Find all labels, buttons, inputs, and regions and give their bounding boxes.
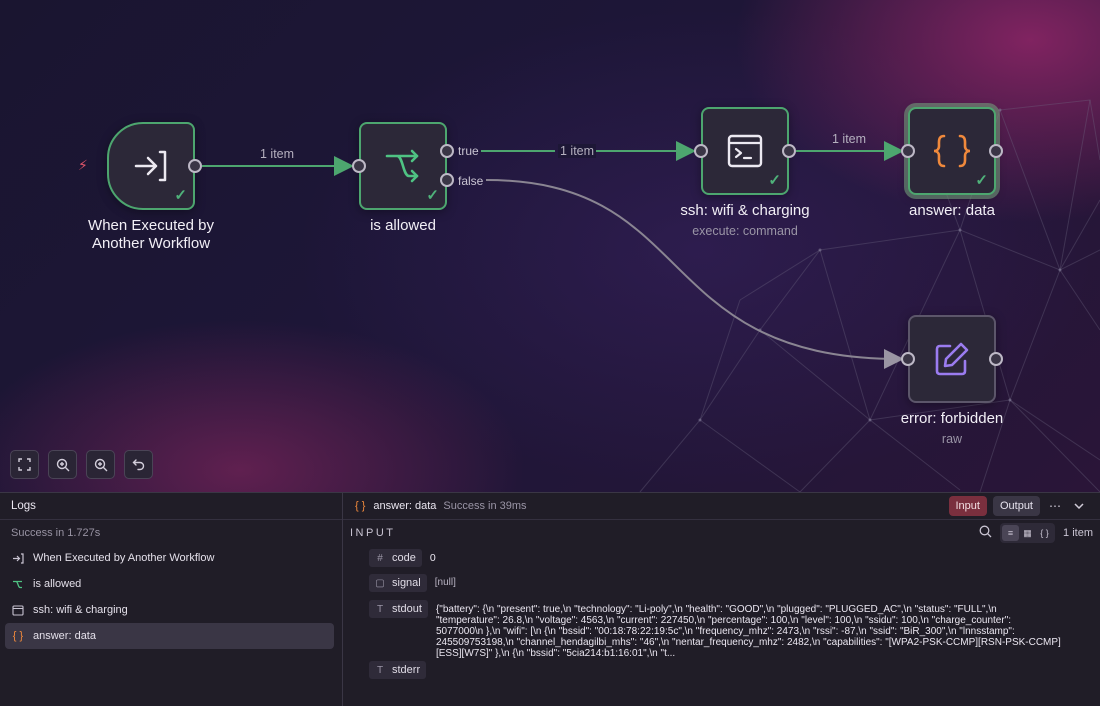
detail-node-title: answer: data [373, 500, 437, 512]
output-handle-true[interactable] [440, 144, 454, 158]
branch-label-true: true [458, 144, 479, 158]
output-handle[interactable] [989, 144, 1003, 158]
log-item-trigger[interactable]: When Executed by Another Workflow [5, 545, 334, 571]
branch-split-icon [385, 149, 419, 183]
curly-braces-icon [933, 134, 971, 168]
log-item-label: ssh: wifi & charging [33, 604, 128, 616]
json-view-icon[interactable]: { } [1036, 525, 1053, 541]
zoom-in-button[interactable] [48, 450, 77, 479]
log-item-answer-data[interactable]: { } answer: data [5, 623, 334, 649]
field-key-label: code [392, 552, 416, 564]
field-key-code[interactable]: # code [369, 549, 422, 567]
field-key-signal[interactable]: ▢ signal [369, 574, 427, 592]
string-type-icon: T [376, 603, 384, 615]
curly-braces-icon: { } [12, 630, 24, 642]
search-icon[interactable] [979, 525, 992, 541]
fit-view-button[interactable] [10, 450, 39, 479]
field-key-label: stderr [392, 664, 421, 676]
edge-label-trigger-if: 1 item [260, 147, 295, 161]
edge-label-ssh-answer: 1 item [832, 132, 867, 146]
edge-label-true-ssh: 1 item [558, 144, 597, 158]
logs-panel: Logs Success in 1.727s When Executed by … [0, 492, 343, 706]
input-section-title: INPUT [350, 527, 396, 539]
log-item-is-allowed[interactable]: is allowed [5, 571, 334, 597]
field-value: [null] [434, 577, 456, 588]
node-is-allowed[interactable]: ✓ [359, 122, 447, 210]
success-check-icon: ✓ [975, 172, 988, 189]
success-check-icon: ✓ [768, 172, 781, 189]
node-ssh[interactable]: ✓ [701, 107, 789, 195]
input-handle[interactable] [694, 144, 708, 158]
node-subtitle-error: raw [941, 432, 963, 446]
output-tab-button[interactable]: Output [992, 496, 1040, 516]
zoom-out-icon [94, 458, 107, 471]
node-subtitle-ssh: execute: command [692, 224, 798, 238]
input-handle[interactable] [901, 352, 915, 366]
string-type-icon: T [376, 664, 384, 676]
input-tab-button[interactable]: Input [948, 496, 987, 516]
logs-header: Logs [0, 493, 342, 520]
branch-split-icon [11, 579, 25, 590]
node-error-forbidden[interactable] [908, 315, 996, 403]
log-item-label: answer: data [33, 630, 96, 642]
logs-status: Success in 1.727s [11, 527, 101, 539]
reset-zoom-button[interactable] [124, 450, 153, 479]
trigger-bolt-icon: ⚡︎ [78, 157, 88, 173]
curly-braces-icon: { } [355, 500, 366, 512]
zoom-out-button[interactable] [86, 450, 115, 479]
node-label-ssh: ssh: wifi & charging [680, 202, 810, 219]
logs-title: Logs [11, 500, 36, 512]
object-type-icon: ▢ [375, 577, 385, 589]
node-detail-panel: { } answer: data Success in 39ms Input O… [343, 492, 1100, 706]
node-label-trigger: When Executed by Another Workflow [88, 217, 214, 252]
log-item-ssh[interactable]: ssh: wifi & charging [5, 597, 334, 623]
fit-view-icon [18, 458, 31, 471]
output-handle[interactable] [989, 352, 1003, 366]
schema-view-icon[interactable]: ≡ [1002, 525, 1020, 541]
output-handle-false[interactable] [440, 173, 454, 187]
field-key-stdout[interactable]: T stdout [369, 600, 428, 618]
workflow-canvas[interactable]: ⚡︎ ✓ When Executed by Another Workflow 1… [0, 0, 1100, 492]
output-handle[interactable] [188, 159, 202, 173]
log-item-label: When Executed by Another Workflow [33, 552, 215, 564]
success-check-icon: ✓ [174, 187, 187, 204]
field-signal: ▢ signal [null] [369, 574, 456, 592]
branch-label-false: false [458, 174, 484, 188]
node-label-if: is allowed [370, 217, 436, 234]
field-key-stderr[interactable]: T stderr [369, 661, 427, 679]
more-options-icon[interactable]: ⋯ [1046, 499, 1064, 513]
arrow-into-bracket-icon [11, 552, 25, 564]
log-item-label: is allowed [33, 578, 82, 590]
edit-pen-icon [935, 342, 969, 376]
number-type-icon: # [377, 552, 383, 564]
node-answer-data[interactable]: ✓ [908, 107, 996, 195]
arrow-into-bracket-icon [134, 150, 167, 182]
field-code: # code 0 [369, 549, 436, 567]
zoom-in-icon [56, 458, 69, 471]
field-key-label: stdout [392, 603, 422, 615]
input-handle[interactable] [901, 144, 915, 158]
input-section-bar: INPUT ≡ ▦ { } 1 item [343, 520, 1100, 546]
undo-icon [132, 459, 145, 471]
field-key-label: signal [392, 577, 421, 589]
field-stderr: T stderr [369, 661, 434, 679]
view-mode-toggle: ≡ ▦ { } [1000, 523, 1056, 543]
canvas-controls [10, 450, 153, 479]
field-value: 0 [429, 552, 436, 564]
field-value: {"battery": {\n "present": true,\n "tech… [435, 604, 1061, 659]
detail-status: Success in 39ms [443, 500, 527, 512]
terminal-icon [11, 604, 25, 616]
table-view-icon[interactable]: ▦ [1019, 525, 1036, 541]
field-stdout: T stdout {"battery": {\n "present": true… [369, 600, 1096, 659]
detail-header: { } answer: data Success in 39ms Input O… [343, 493, 1100, 520]
item-count: 1 item [1063, 527, 1093, 539]
node-label-answer: answer: data [909, 202, 995, 219]
output-handle[interactable] [782, 144, 796, 158]
node-label-error: error: forbidden [900, 410, 1004, 427]
input-handle[interactable] [352, 159, 366, 173]
node-when-executed[interactable]: ✓ [107, 122, 195, 210]
terminal-icon [727, 134, 763, 168]
chevron-down-icon[interactable] [1070, 499, 1088, 513]
success-check-icon: ✓ [426, 187, 439, 204]
